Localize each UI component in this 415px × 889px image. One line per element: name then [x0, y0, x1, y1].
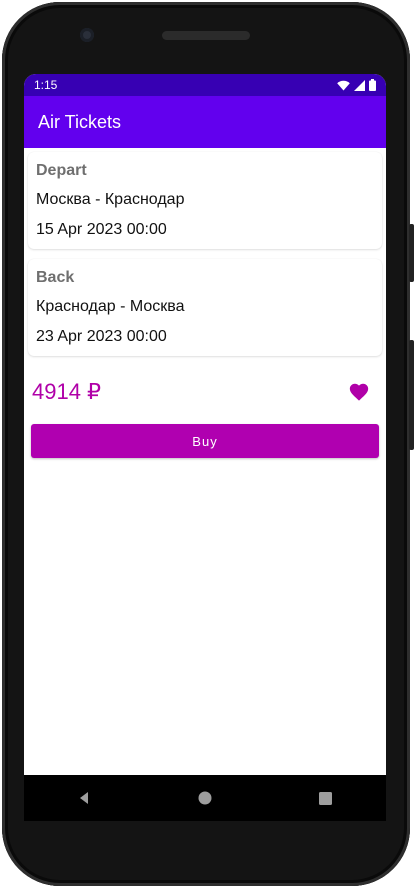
screen: 1:15 Air Tickets Depart Москва - Краснод…	[24, 74, 386, 775]
status-time: 1:15	[34, 78, 58, 92]
nav-home-button[interactable]	[185, 778, 225, 818]
back-icon	[80, 792, 89, 804]
nav-recents-button[interactable]	[306, 778, 346, 818]
battery-icon	[369, 79, 376, 91]
depart-datetime: 15 Apr 2023 00:00	[36, 221, 167, 238]
price-text: 4914 ₽	[32, 379, 102, 404]
depart-card: Depart Москва - Краснодар 15 Apr 2023 00…	[28, 152, 382, 249]
volume-button	[409, 340, 414, 450]
depart-route: Москва - Краснодар	[36, 191, 185, 208]
wifi-icon	[337, 80, 350, 90]
buy-button-label: Buy	[192, 433, 218, 449]
nav-back-button[interactable]	[64, 778, 104, 818]
back-datetime: 23 Apr 2023 00:00	[36, 328, 167, 345]
front-camera	[80, 28, 94, 42]
buy-button[interactable]: Buy	[31, 424, 379, 458]
signal-icon	[354, 79, 365, 91]
app-bar: Air Tickets	[24, 96, 386, 148]
home-icon	[198, 791, 212, 805]
back-label: Back	[36, 269, 75, 286]
back-card: Back Краснодар - Москва 23 Apr 2023 00:0…	[28, 259, 382, 356]
app-title: Air Tickets	[38, 111, 122, 132]
system-nav-bar	[24, 775, 386, 821]
back-route: Краснодар - Москва	[36, 298, 185, 315]
price-row: 4914 ₽	[24, 374, 386, 410]
heart-icon[interactable]	[348, 381, 370, 403]
power-button	[409, 224, 414, 282]
status-icons	[337, 79, 376, 91]
depart-label: Depart	[36, 162, 87, 179]
recents-icon	[319, 791, 333, 805]
status-bar: 1:15	[24, 74, 386, 96]
earpiece-speaker	[162, 31, 250, 40]
